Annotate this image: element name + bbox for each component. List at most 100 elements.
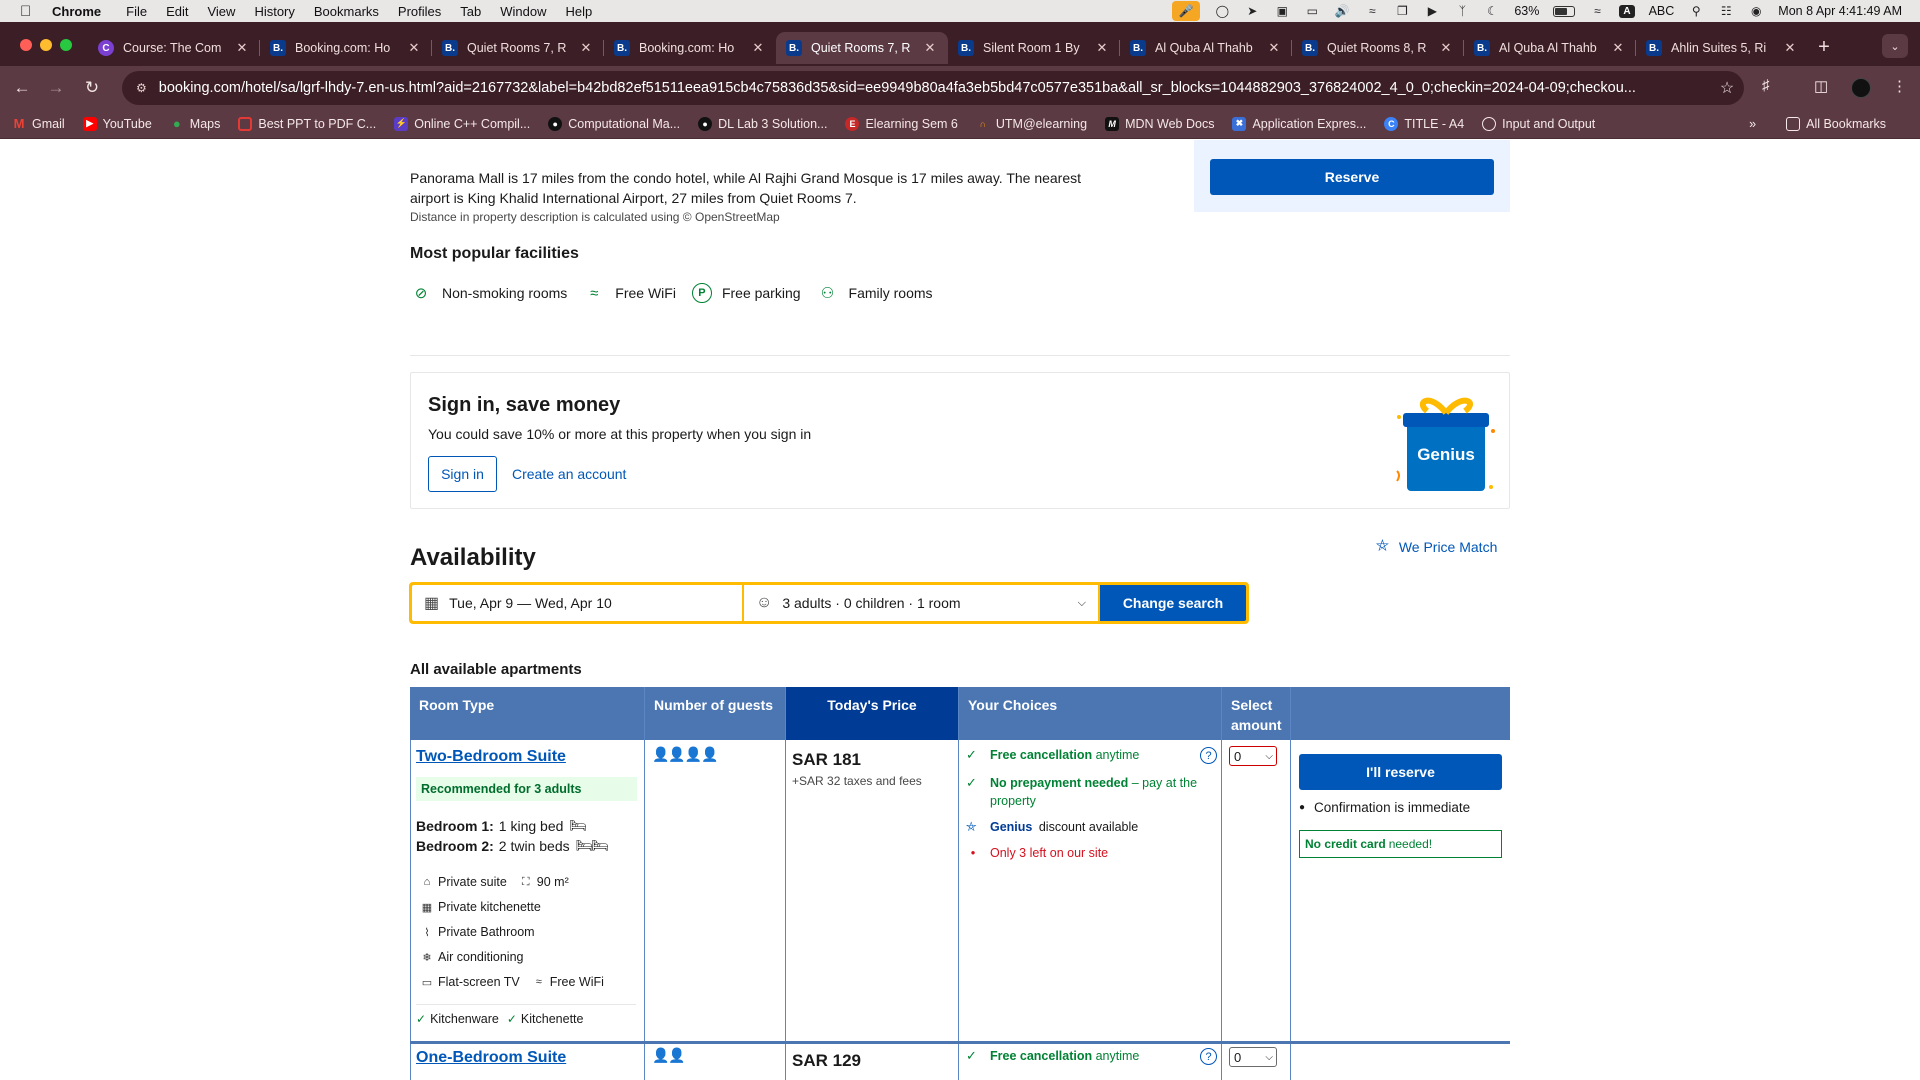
wifi-icon[interactable]: ≈ (1589, 4, 1605, 18)
choice-rest: anytime (1092, 1049, 1140, 1063)
menu-tab[interactable]: Tab (460, 4, 481, 19)
browser-tab[interactable]: B. Al Quba Al Thahb ✕ (1120, 32, 1292, 64)
close-tab-icon[interactable]: ✕ (1266, 40, 1282, 56)
chrome-menu-icon[interactable]: ⋮ (1892, 77, 1907, 95)
select-amount-dropdown[interactable]: 0 ⌵ (1229, 1047, 1277, 1067)
close-tab-icon[interactable]: ✕ (750, 40, 766, 56)
browser-tab[interactable]: B. Quiet Rooms 8, R ✕ (1292, 32, 1464, 64)
menu-help[interactable]: Help (566, 4, 593, 19)
menu-edit[interactable]: Edit (166, 4, 188, 19)
browser-tab[interactable]: B. Quiet Rooms 7, R ✕ (432, 32, 604, 64)
menu-file[interactable]: File (126, 4, 147, 19)
all-bookmarks-folder[interactable]: All Bookmarks (1786, 117, 1886, 131)
date-picker[interactable]: ▦ Tue, Apr 9 — Wed, Apr 10 (412, 585, 742, 621)
close-tab-icon[interactable]: ✕ (1094, 40, 1110, 56)
close-tab-icon[interactable]: ✕ (1610, 40, 1626, 56)
bookmark-star-icon[interactable]: ☆ (1710, 78, 1744, 98)
close-tab-icon[interactable]: ✕ (922, 40, 938, 56)
browser-tab[interactable]: B. Al Quba Al Thahb ✕ (1464, 32, 1636, 64)
tab-search-icon[interactable]: ⌄ (1882, 34, 1908, 58)
reserve-button[interactable]: Reserve (1210, 159, 1494, 195)
bookmark-item[interactable]: ● Maps (170, 116, 221, 131)
moon-icon[interactable]: ☾ (1484, 4, 1500, 18)
bookmark-item[interactable]: ∩ UTM@elearning (976, 117, 1087, 131)
guests-picker[interactable]: ☺ 3 adults · 0 children · 1 room ⌵ (744, 585, 1098, 621)
help-icon[interactable]: ? (1200, 747, 1217, 764)
menubar-datetime[interactable]: Mon 8 Apr 4:41:49 AM (1778, 4, 1902, 18)
bedroom-2-info: Bedroom 2: 2 twin beds 🛏🛏 (416, 837, 609, 854)
browser-tab[interactable]: B. Booking.com: Ho ✕ (260, 32, 432, 64)
profile-avatar[interactable] (1851, 78, 1871, 98)
room-name-link[interactable]: Two-Bedroom Suite (416, 748, 566, 766)
browser-tab[interactable]: B. Ahlin Suites 5, Ri ✕ (1636, 32, 1808, 64)
input-source-icon[interactable]: A (1619, 4, 1635, 18)
extensions-icon[interactable]: ♯ (1762, 77, 1770, 94)
close-window-button[interactable] (20, 39, 32, 51)
sign-in-button[interactable]: Sign in (428, 456, 497, 492)
url-text[interactable]: booking.com/hotel/sa/lgrf-lhdy-7.en-us.h… (159, 80, 1710, 96)
bookmark-item[interactable]: M MDN Web Docs (1105, 116, 1214, 131)
bookmark-item[interactable]: Best PPT to PDF C... (238, 116, 376, 131)
facility-label: Free WiFi (615, 285, 676, 301)
battery-icon[interactable] (1553, 5, 1576, 17)
forward-icon[interactable]: → (44, 76, 68, 100)
menu-view[interactable]: View (207, 4, 235, 19)
bluetooth-icon[interactable]: ᛉ (1454, 4, 1470, 18)
close-tab-icon[interactable]: ✕ (578, 40, 594, 56)
site-info-icon[interactable]: ⚙ (136, 81, 147, 95)
menu-window[interactable]: Window (500, 4, 546, 19)
chevron-right-icon[interactable]: » (1749, 117, 1756, 131)
create-account-link[interactable]: Create an account (512, 466, 626, 482)
change-search-button[interactable]: Change search (1100, 585, 1246, 621)
bookmark-item[interactable]: ● DL Lab 3 Solution... (698, 116, 827, 131)
volume-icon[interactable]: 🔊 (1334, 4, 1350, 18)
rocket-icon[interactable]: ➤ (1244, 4, 1260, 18)
bookmark-item[interactable]: ⚡ Online C++ Compil... (394, 116, 530, 131)
browser-tab[interactable]: B. Silent Room 1 By ✕ (948, 32, 1120, 64)
bookmark-item[interactable]: C TITLE - A4 (1384, 116, 1464, 131)
menu-bookmarks[interactable]: Bookmarks (314, 4, 379, 19)
checkmark-icon: ✓ (416, 1012, 427, 1026)
bookmark-item[interactable]: Input and Output (1482, 116, 1595, 131)
close-tab-icon[interactable]: ✕ (406, 40, 422, 56)
close-tab-icon[interactable]: ✕ (1782, 40, 1798, 56)
siri-icon[interactable]: ◉ (1748, 4, 1764, 18)
accessibility-icon[interactable]: ◯ (1214, 4, 1230, 18)
drive-icon[interactable]: ▣ (1274, 4, 1290, 18)
room-name-link[interactable]: One-Bedroom Suite (416, 1049, 566, 1067)
control-center-icon[interactable]: ☷ (1718, 4, 1734, 18)
close-tab-icon[interactable]: ✕ (234, 40, 250, 56)
tv-icon: ▭ (421, 976, 433, 989)
reload-icon[interactable]: ↻ (80, 76, 104, 100)
microphone-icon[interactable]: 🎤 (1172, 1, 1201, 21)
price-match-link[interactable]: ⛤ We Price Match (1376, 538, 1497, 556)
side-panel-icon[interactable]: ◫ (1814, 77, 1828, 95)
display-icon[interactable]: ▭ (1304, 4, 1320, 18)
select-amount-dropdown[interactable]: 0 ⌵ (1229, 746, 1277, 766)
bookmark-item[interactable]: M Gmail (12, 116, 65, 131)
window-icon[interactable]: ❐ (1394, 4, 1410, 18)
bookmark-item[interactable]: ✖ Application Expres... (1232, 116, 1366, 131)
menu-history[interactable]: History (254, 4, 294, 19)
zoom-window-button[interactable] (60, 39, 72, 51)
bookmark-item[interactable]: ▶ YouTube (82, 116, 152, 131)
close-tab-icon[interactable]: ✕ (1438, 40, 1454, 56)
menu-profiles[interactable]: Profiles (398, 4, 441, 19)
back-icon[interactable]: ← (10, 76, 34, 100)
help-icon[interactable]: ? (1200, 1048, 1217, 1065)
activity-icon[interactable]: ≈ (1364, 4, 1380, 18)
address-bar[interactable]: ⚙ booking.com/hotel/sa/lgrf-lhdy-7.en-us… (122, 71, 1744, 105)
browser-tab[interactable]: C Course: The Com ✕ (88, 32, 260, 64)
menu-app-name[interactable]: Chrome (52, 4, 101, 19)
play-icon[interactable]: ▶ (1424, 4, 1440, 18)
browser-tab-active[interactable]: B. Quiet Rooms 7, R ✕ (776, 32, 948, 64)
new-tab-icon[interactable]: + (1808, 29, 1840, 65)
bookmark-item[interactable]: E Elearning Sem 6 (845, 116, 958, 131)
spotlight-search-icon[interactable]: ⚲ (1688, 4, 1704, 18)
bookmark-item[interactable]: ● Computational Ma... (548, 116, 680, 131)
ill-reserve-button[interactable]: I'll reserve (1299, 754, 1502, 790)
minimize-window-button[interactable] (40, 39, 52, 51)
browser-tab[interactable]: B. Booking.com: Ho ✕ (604, 32, 776, 64)
apple-icon[interactable]:  (20, 3, 38, 20)
input-source-label[interactable]: ABC (1649, 4, 1675, 18)
